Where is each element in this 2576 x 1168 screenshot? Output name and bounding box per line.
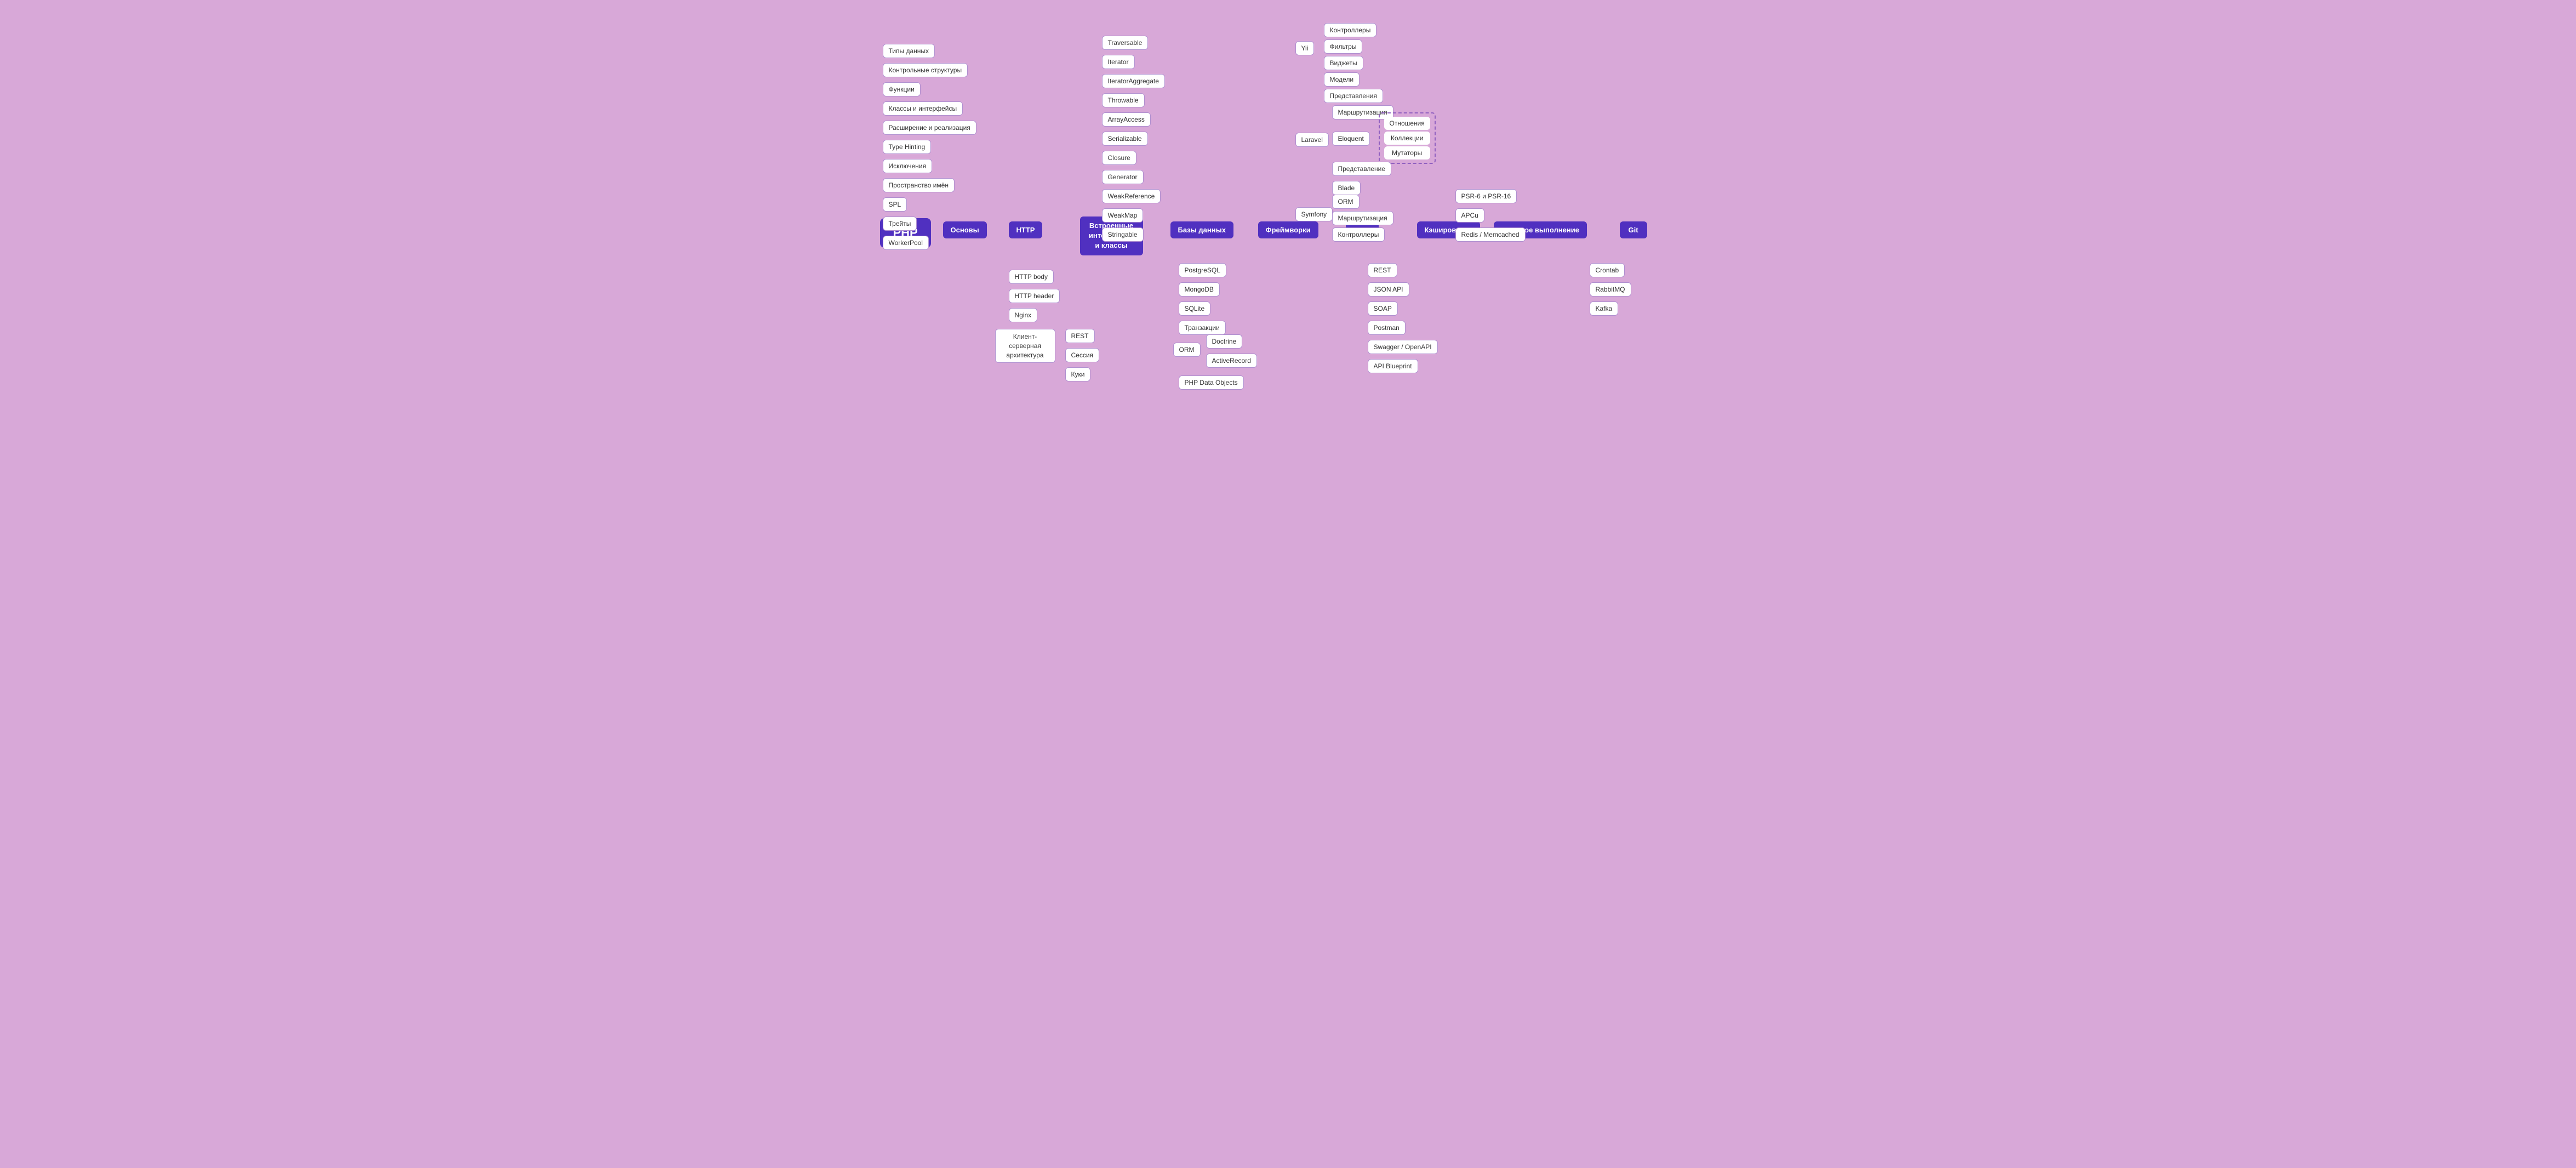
yii-item: Представления xyxy=(1324,89,1383,103)
eloquent-item: Отношения xyxy=(1384,117,1430,130)
db-pdo: PHP Data Objects xyxy=(1179,375,1244,390)
api-item: API Blueprint xyxy=(1368,359,1418,373)
db-item: Транзакции xyxy=(1179,321,1226,335)
archi-item: Сессия xyxy=(1065,348,1100,362)
builtin-item: Traversable xyxy=(1102,36,1149,50)
yii-item: Фильтры xyxy=(1324,39,1363,54)
laravel-eloquent: Eloquent xyxy=(1332,132,1370,146)
symfony-item: Маршрутизация xyxy=(1332,211,1393,225)
main-git: Git xyxy=(1620,221,1647,238)
main-osnovy: Основы xyxy=(943,221,987,238)
cache-item: PSR-6 и PSR-16 xyxy=(1455,189,1517,203)
symfony-item: Контроллеры xyxy=(1332,227,1385,242)
osnovy-item: WorkerPool xyxy=(883,236,929,250)
db-item: MongoDB xyxy=(1179,282,1220,297)
bg-item: Crontab xyxy=(1590,263,1625,277)
archi-item: Куки xyxy=(1065,367,1091,381)
http-item: HTTP header xyxy=(1009,289,1060,303)
archi-item: REST xyxy=(1065,329,1095,343)
fw-yii: Yii xyxy=(1295,41,1315,55)
db-item: PostgreSQL xyxy=(1179,263,1226,277)
eloquent-item: Мутаторы xyxy=(1384,146,1430,159)
yii-item: Контроллеры xyxy=(1324,23,1377,37)
api-item: Swagger / OpenAPI xyxy=(1368,340,1438,354)
osnovy-item: Пространство имён xyxy=(883,178,955,192)
osnovy-item: Классы и интерфейсы xyxy=(883,101,963,116)
cache-item: Redis / Memcached xyxy=(1455,227,1526,242)
bg-item: RabbitMQ xyxy=(1590,282,1631,297)
http-archi: Клиент-сервернаяархитектура xyxy=(995,329,1055,363)
main-db: Базы данных xyxy=(1170,221,1233,238)
api-item: Postman xyxy=(1368,321,1406,335)
builtin-item: Closure xyxy=(1102,151,1136,165)
db-orm-child: Doctrine xyxy=(1206,334,1243,349)
db-orm: ORM xyxy=(1173,343,1201,357)
builtin-item: WeakReference xyxy=(1102,189,1161,203)
api-item: SOAP xyxy=(1368,301,1398,316)
builtin-item: Throwable xyxy=(1102,93,1145,107)
osnovy-item: Исключения xyxy=(883,159,933,173)
api-item: JSON API xyxy=(1368,282,1409,297)
osnovy-item: Расширение и реализация xyxy=(883,121,976,135)
osnovy-item: Контрольные структуры xyxy=(883,63,968,77)
builtin-item: Stringable xyxy=(1102,227,1144,242)
laravel-blade: Blade xyxy=(1332,181,1361,195)
db-orm-child: ActiveRecord xyxy=(1206,354,1257,368)
type-hinting-node: Type Hinting xyxy=(883,140,932,154)
db-item: SQLite xyxy=(1179,301,1211,316)
fw-laravel: Laravel xyxy=(1295,133,1329,147)
osnovy-item: Трейты xyxy=(883,216,917,231)
eloquent-item: Коллекции xyxy=(1384,132,1430,145)
builtin-item: Generator xyxy=(1102,170,1144,184)
fw-symfony: Symfony xyxy=(1295,207,1333,221)
builtin-item: Serializable xyxy=(1102,132,1148,146)
builtin-item: IteratorAggregate xyxy=(1102,74,1165,88)
symfony-item: ORM xyxy=(1332,195,1360,209)
cache-item: APCu xyxy=(1455,208,1484,223)
main-http: HTTP xyxy=(1009,221,1043,238)
osnovy-item: Функции xyxy=(883,82,921,96)
yii-item: Модели xyxy=(1324,72,1360,87)
http-item: HTTP body xyxy=(1009,270,1054,284)
http-item: Nginx xyxy=(1009,308,1038,322)
builtin-item: Iterator xyxy=(1102,55,1135,69)
api-item: REST xyxy=(1368,263,1397,277)
builtin-item: WeakMap xyxy=(1102,208,1144,223)
osnovy-item: Типы данных xyxy=(883,44,935,58)
osnovy-item: SPL xyxy=(883,197,907,212)
laravel-predstavlenie: Представление xyxy=(1332,162,1392,176)
yii-item: Виджеты xyxy=(1324,56,1363,70)
builtin-item: ArrayAccess xyxy=(1102,112,1151,127)
main-frameworks: Фреймворки xyxy=(1258,221,1318,238)
bg-item: Kafka xyxy=(1590,301,1619,316)
